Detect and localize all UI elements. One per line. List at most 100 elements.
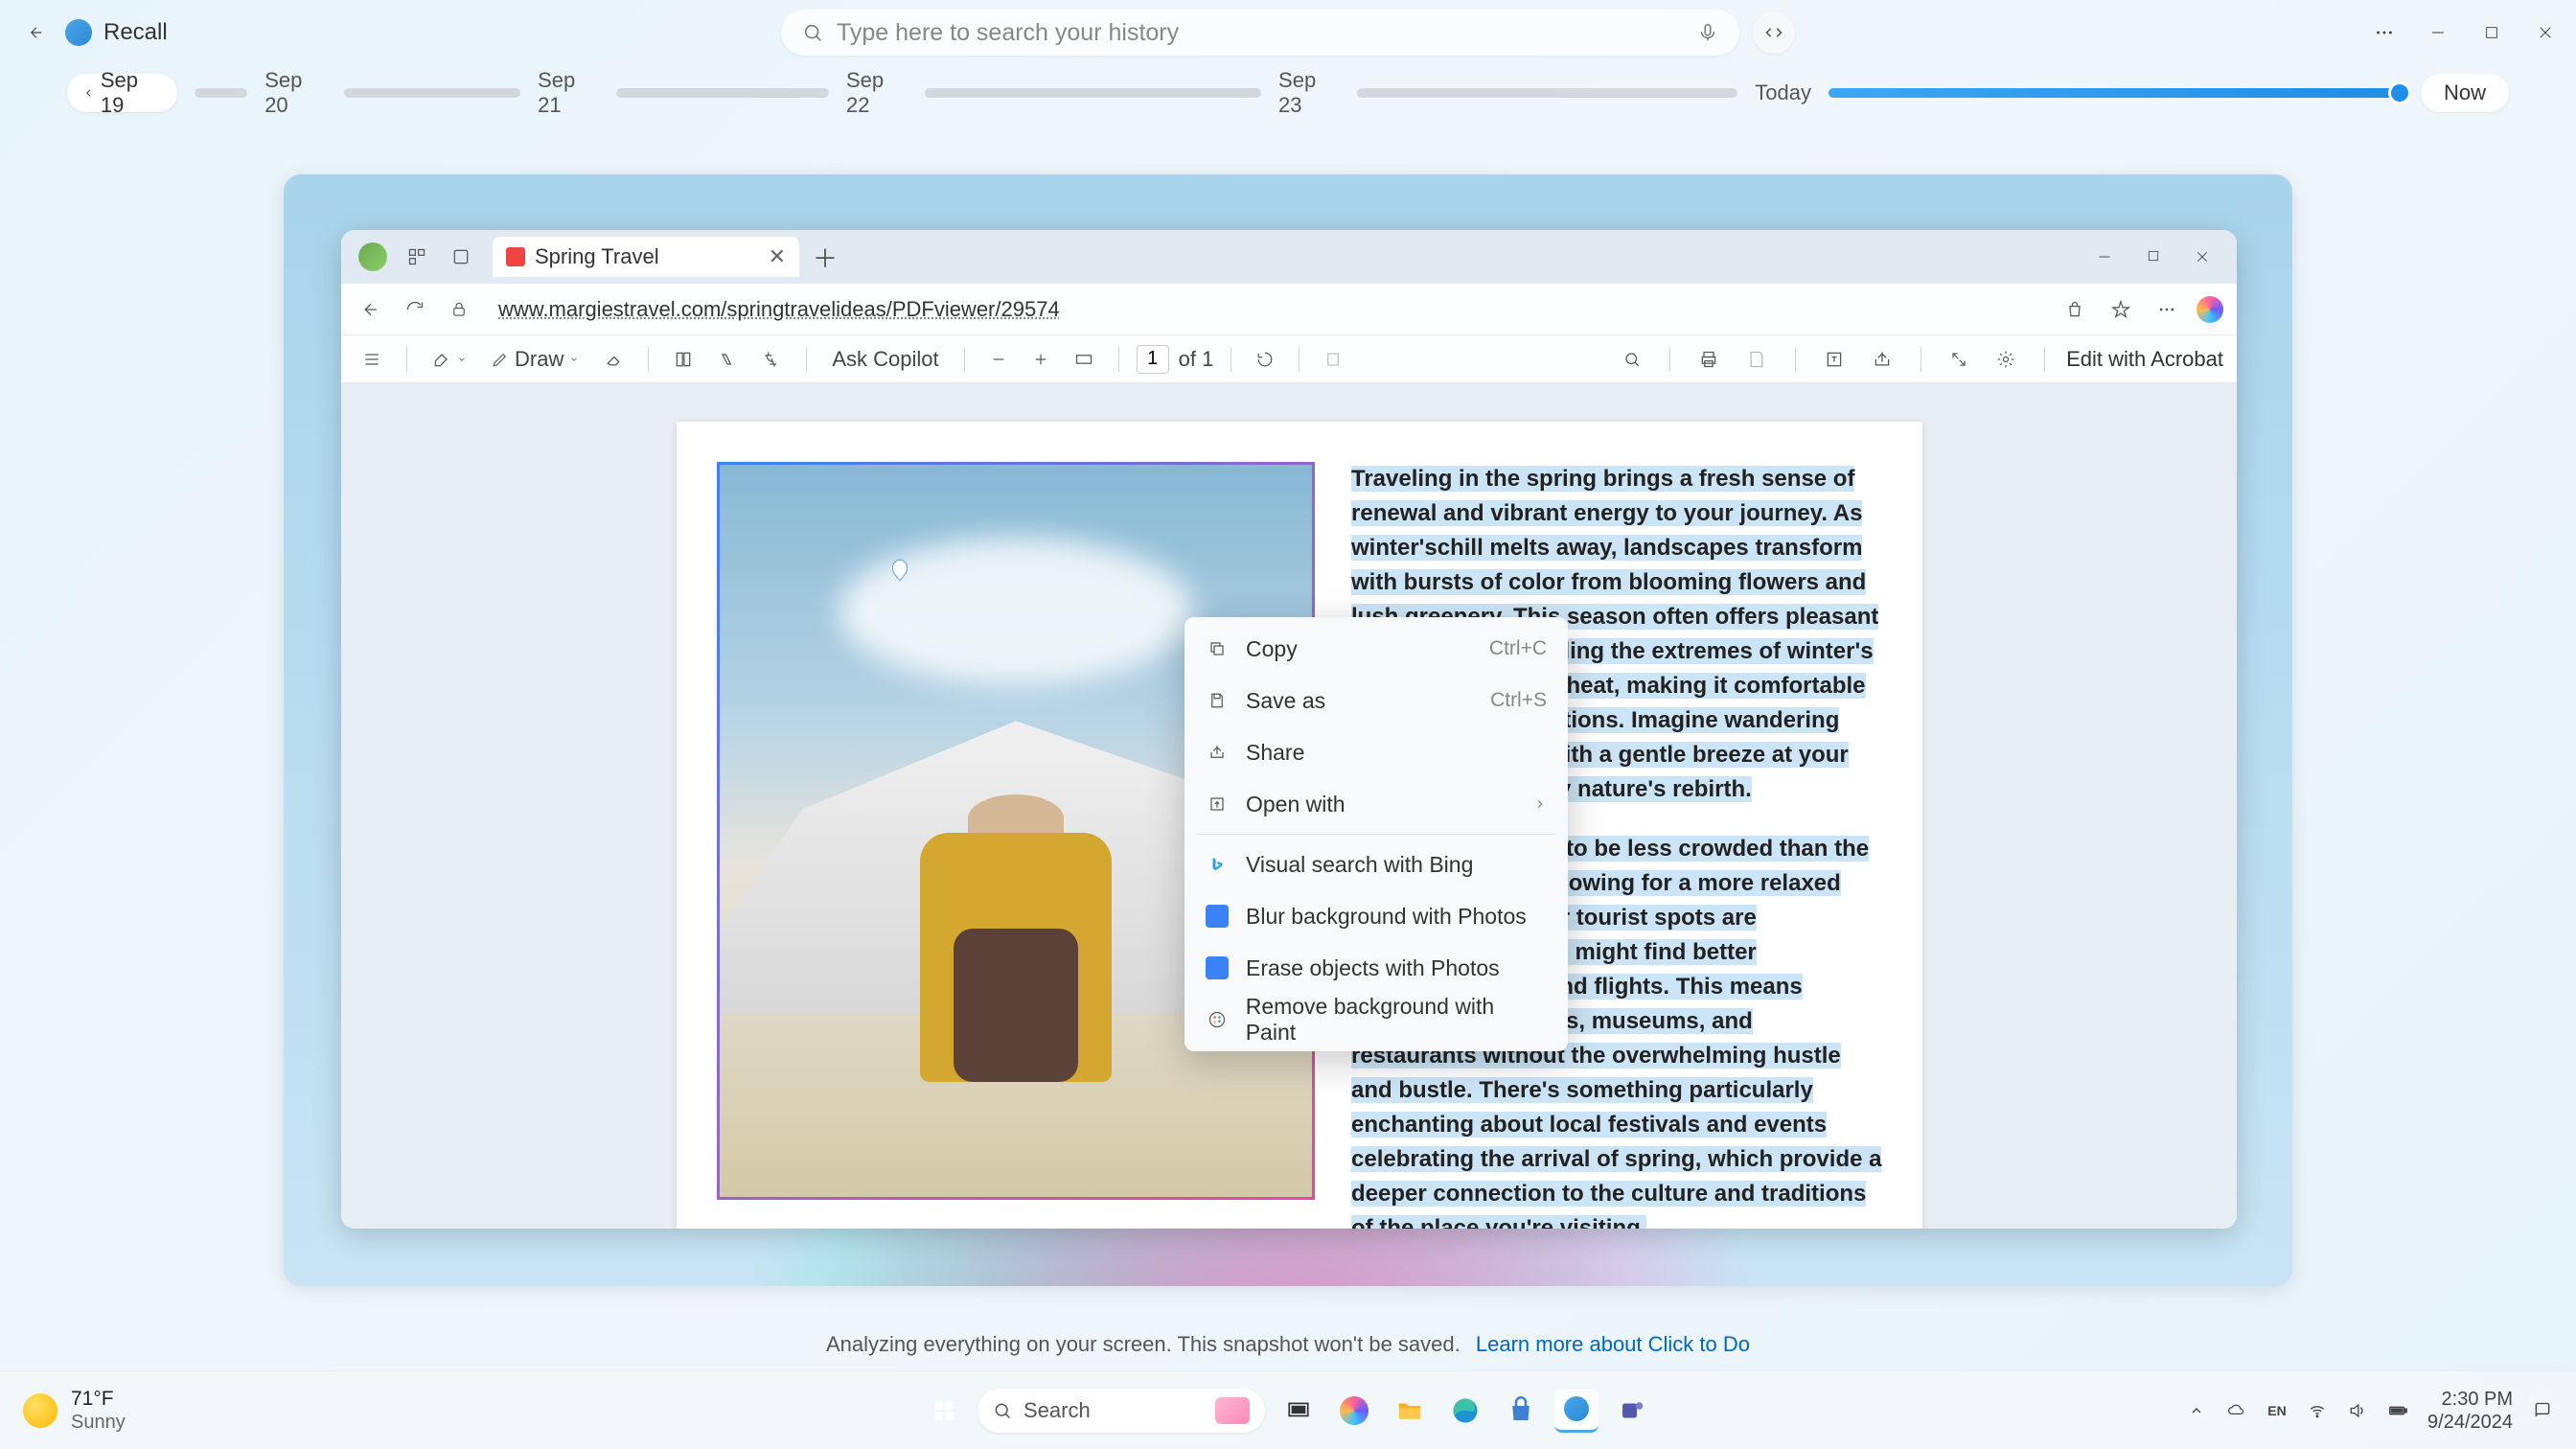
- ask-copilot-button[interactable]: Ask Copilot: [824, 343, 946, 376]
- minimize-button[interactable]: [2425, 19, 2451, 46]
- page-number-input[interactable]: [1137, 345, 1169, 374]
- tray-wifi-icon[interactable]: [2307, 1400, 2328, 1421]
- tab-actions-icon[interactable]: [447, 242, 475, 271]
- browser-minimize-button[interactable]: [2097, 249, 2112, 264]
- timeline-knob[interactable]: [2388, 81, 2411, 104]
- fit-width-button[interactable]: [1067, 346, 1101, 373]
- search-box[interactable]: [781, 10, 1739, 56]
- timeline-now-button[interactable]: Now: [2421, 74, 2509, 112]
- browser-tab[interactable]: Spring Travel ✕: [493, 237, 799, 277]
- contents-button[interactable]: [355, 346, 389, 373]
- close-button[interactable]: [2532, 19, 2559, 46]
- ctx-visual-search-bing[interactable]: Visual search with Bing: [1184, 839, 1568, 890]
- page-view-button[interactable]: [666, 346, 701, 373]
- add-text-button[interactable]: [1817, 346, 1852, 373]
- back-button[interactable]: [19, 15, 54, 50]
- task-view-button[interactable]: [1276, 1389, 1321, 1433]
- edit-with-acrobat-button[interactable]: Edit with Acrobat: [2066, 347, 2223, 372]
- zoom-in-button[interactable]: [1024, 347, 1057, 372]
- timeline[interactable]: Sep 19 Sep 20 Sep 21 Sep 22 Sep 23 Today…: [0, 65, 2576, 121]
- ctx-save-as[interactable]: Save as Ctrl+S: [1184, 675, 1568, 726]
- shopping-icon[interactable]: [2058, 293, 2091, 326]
- browser-back-button[interactable]: [355, 293, 387, 326]
- save-button[interactable]: [1739, 346, 1774, 373]
- learn-more-link[interactable]: Learn more about Click to Do: [1476, 1332, 1750, 1356]
- ctx-share[interactable]: Share: [1184, 726, 1568, 778]
- highlight-button[interactable]: [425, 346, 474, 373]
- timeline-segment-today[interactable]: [1828, 88, 2404, 98]
- page-layout-button[interactable]: [1317, 347, 1349, 372]
- share-icon: [1206, 741, 1229, 764]
- ctx-remove-background[interactable]: Remove background with Paint: [1184, 994, 1568, 1046]
- profile-avatar[interactable]: [358, 242, 387, 271]
- recall-app[interactable]: [1554, 1389, 1598, 1433]
- translate-button[interactable]: [754, 346, 789, 373]
- site-info-button[interactable]: [443, 293, 475, 326]
- timeline-start-date[interactable]: Sep 19: [67, 74, 177, 112]
- timeline-segment[interactable]: [616, 88, 829, 98]
- tray-chevron-icon[interactable]: [2186, 1400, 2207, 1421]
- tray-volume-icon[interactable]: [2347, 1400, 2368, 1421]
- more-button[interactable]: [2371, 19, 2398, 46]
- tray-battery-icon[interactable]: [2387, 1400, 2408, 1421]
- search-input[interactable]: [837, 19, 1697, 47]
- bing-icon: [1206, 853, 1229, 876]
- save-icon: [1206, 689, 1229, 712]
- browser-more-button[interactable]: [2150, 293, 2183, 326]
- tray-notifications-icon[interactable]: [2532, 1400, 2553, 1421]
- tray-language-icon[interactable]: EN: [2266, 1400, 2288, 1421]
- browser-close-button[interactable]: [2195, 249, 2210, 264]
- ctx-copy[interactable]: Copy Ctrl+C: [1184, 623, 1568, 675]
- microphone-icon[interactable]: [1697, 22, 1718, 43]
- timeline-segment[interactable]: [195, 88, 247, 98]
- find-button[interactable]: [1616, 347, 1648, 372]
- recall-logo-icon: [65, 19, 92, 46]
- start-button[interactable]: [922, 1389, 966, 1433]
- timeline-date-label: Sep 21: [538, 68, 599, 118]
- store-app[interactable]: [1499, 1389, 1543, 1433]
- tab-title: Spring Travel: [535, 244, 759, 269]
- timeline-expand-button[interactable]: [1753, 12, 1795, 54]
- teams-app[interactable]: [1610, 1389, 1654, 1433]
- taskbar-search[interactable]: Search: [978, 1389, 1265, 1433]
- search-highlight-icon: [1215, 1397, 1250, 1424]
- new-tab-button[interactable]: ＋: [813, 240, 838, 275]
- ctx-open-with[interactable]: Open with: [1184, 778, 1568, 830]
- copilot-icon[interactable]: [2196, 296, 2223, 323]
- copilot-app[interactable]: [1332, 1389, 1376, 1433]
- zoom-out-button[interactable]: [982, 347, 1015, 372]
- url-field[interactable]: www.margiestravel.com/springtravelideas/…: [487, 291, 2047, 328]
- draw-button[interactable]: Draw: [484, 343, 586, 376]
- ctx-blur-background[interactable]: Blur background with Photos: [1184, 890, 1568, 942]
- tab-bar: Spring Travel ✕ ＋: [341, 230, 2237, 284]
- edge-app[interactable]: [1443, 1389, 1487, 1433]
- timeline-segment[interactable]: [344, 88, 521, 98]
- tray-onedrive-icon[interactable]: [2226, 1400, 2247, 1421]
- timeline-segment[interactable]: [1357, 88, 1737, 98]
- timeline-segment[interactable]: [925, 88, 1261, 98]
- app-title: Recall: [104, 19, 168, 46]
- paint-icon: [1206, 1008, 1229, 1031]
- share-pdf-button[interactable]: [1865, 346, 1899, 373]
- copy-icon: [1206, 637, 1229, 660]
- weather-widget[interactable]: 71°F Sunny: [23, 1387, 126, 1434]
- favorites-button[interactable]: [2104, 293, 2137, 326]
- fullscreen-button[interactable]: [1943, 347, 1975, 372]
- workspaces-icon[interactable]: [402, 242, 431, 271]
- browser-maximize-button[interactable]: [2147, 249, 2160, 264]
- timeline-date-label: Sep 19: [101, 68, 162, 118]
- erase-button[interactable]: [596, 346, 631, 373]
- print-button[interactable]: [1691, 346, 1726, 373]
- photos-erase-icon: [1206, 956, 1229, 979]
- settings-button[interactable]: [1989, 346, 2023, 373]
- read-aloud-button[interactable]: [710, 346, 745, 373]
- file-explorer-app[interactable]: [1388, 1389, 1432, 1433]
- timeline-date-label: Sep 20: [264, 68, 326, 118]
- tray-clock[interactable]: 2:30 PM 9/24/2024: [2427, 1388, 2513, 1434]
- snapshot-viewer: Spring Travel ✕ ＋ www.margiestravel.com/…: [284, 174, 2292, 1286]
- rotate-button[interactable]: [1249, 347, 1281, 372]
- tab-close-button[interactable]: ✕: [769, 244, 786, 269]
- ctx-erase-objects[interactable]: Erase objects with Photos: [1184, 942, 1568, 994]
- browser-refresh-button[interactable]: [399, 293, 431, 326]
- maximize-button[interactable]: [2478, 19, 2505, 46]
